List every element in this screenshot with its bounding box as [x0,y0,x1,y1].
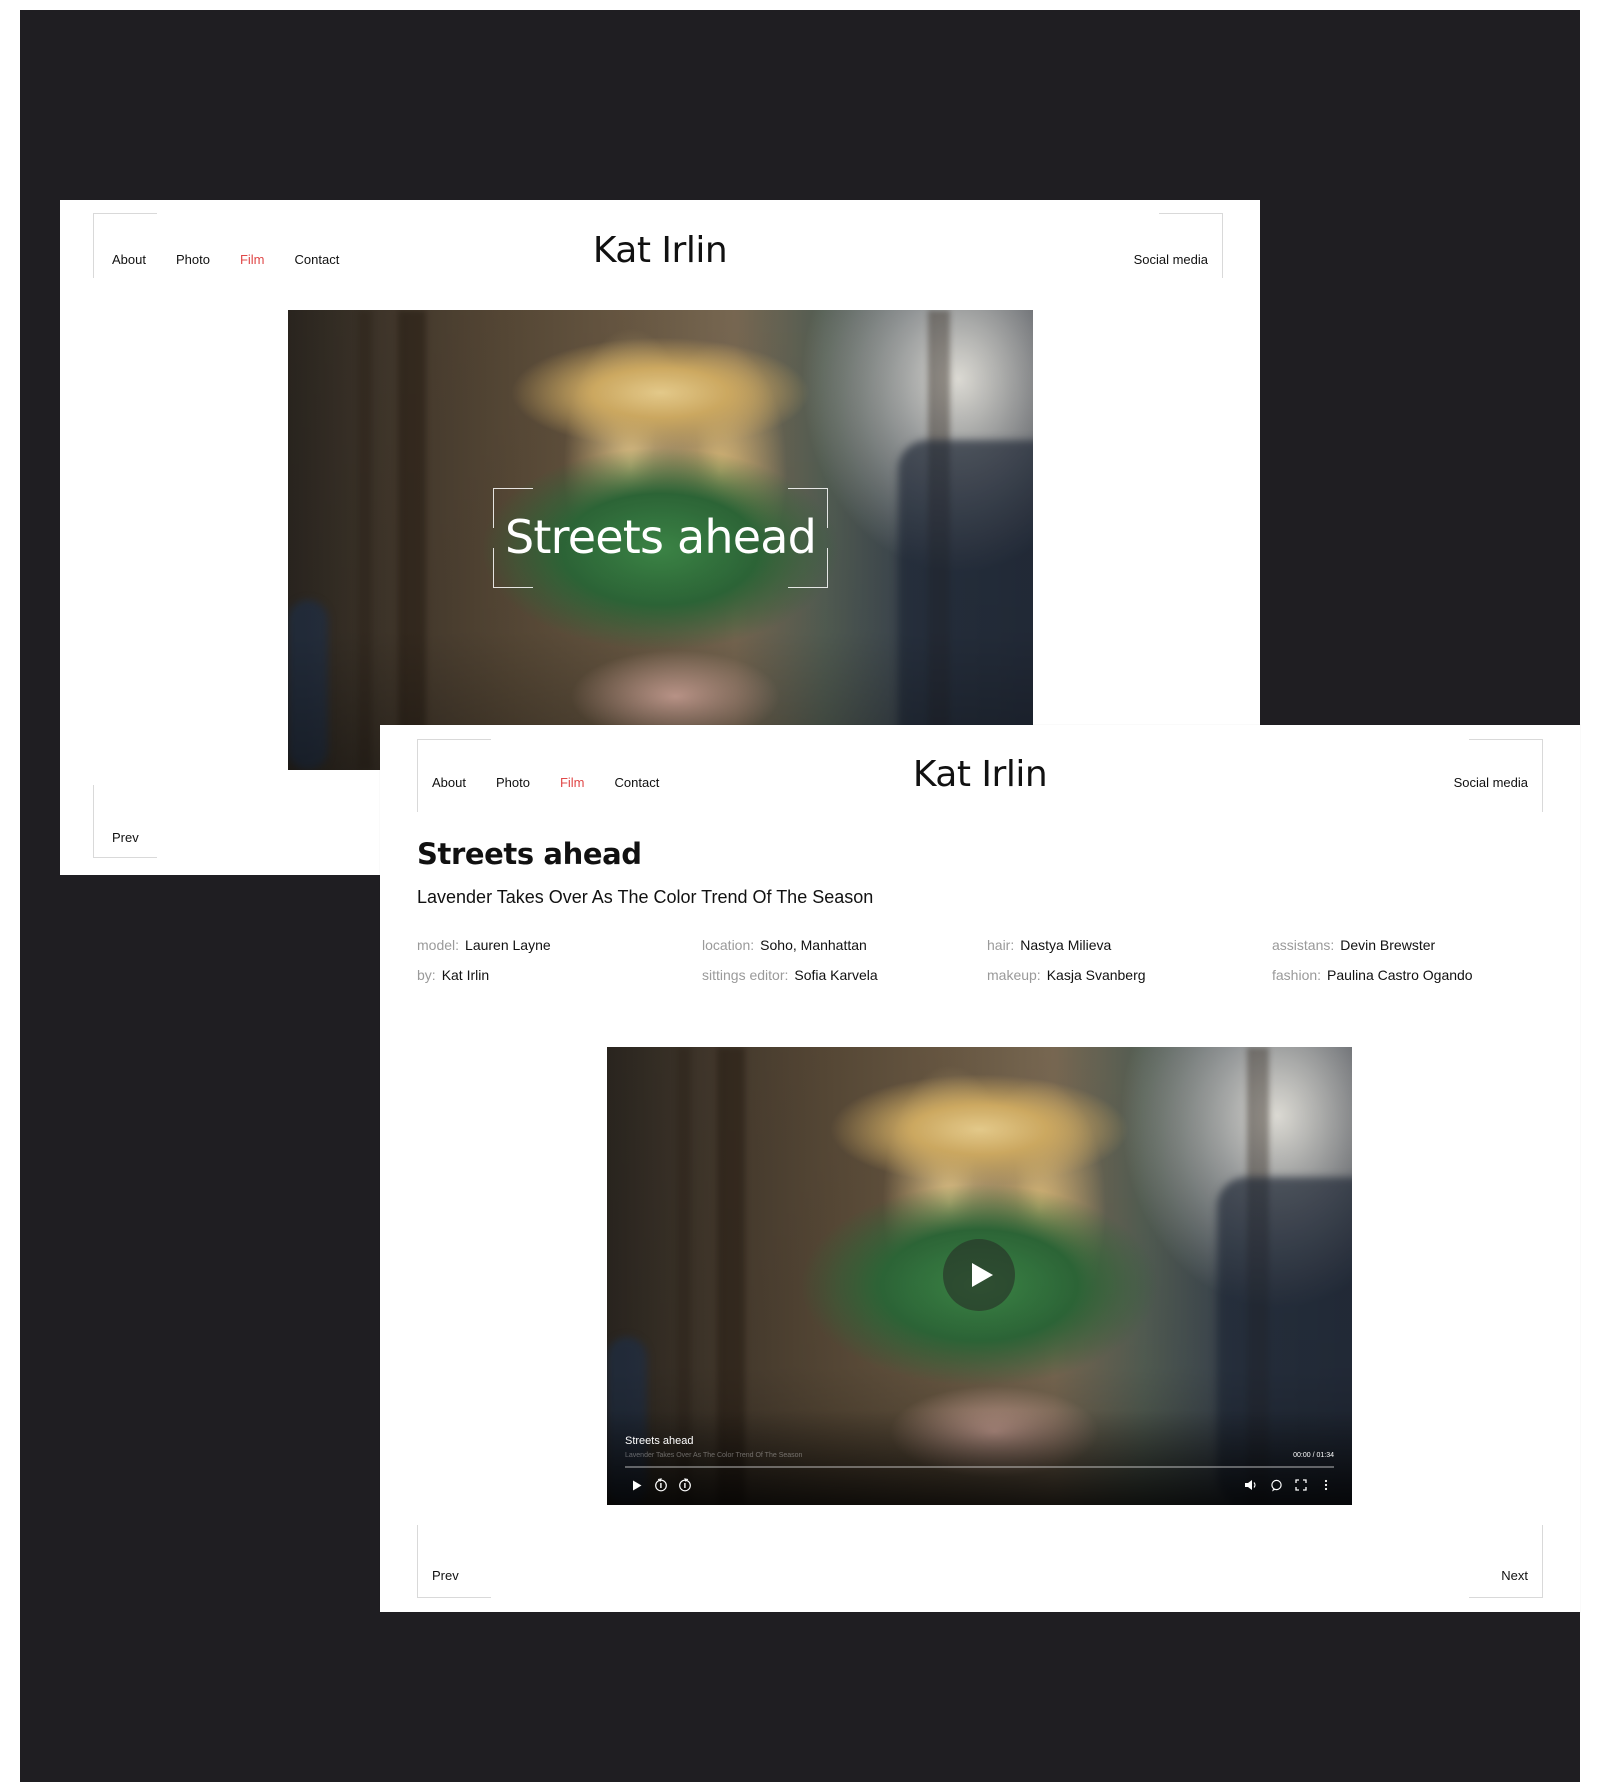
frame-line [417,1525,418,1598]
credit-item: hair: Nastya Milieva [987,937,1112,953]
frame-line [1469,1597,1543,1598]
prev-link[interactable]: Prev [112,830,139,845]
subtitles-icon [1270,1479,1282,1491]
prev-link[interactable]: Prev [432,1568,459,1583]
video-time: 00:00 / 01:34 [1293,1452,1334,1459]
video-subtitle: Lavender Takes Over As The Color Trend O… [625,1452,803,1459]
frame-line [93,857,157,858]
frame-line [1542,1525,1543,1598]
hero-title[interactable]: Streets ahead [493,510,828,564]
volume-icon [1245,1480,1256,1490]
film-detail-page: About Photo Film Contact Kat Irlin Socia… [380,725,1580,1612]
social-media-link[interactable]: Social media [1134,252,1208,267]
play-icon [633,1480,642,1490]
credit-item: model: Lauren Layne [417,937,551,953]
article-subtitle: Lavender Takes Over As The Color Trend O… [417,887,874,907]
play-icon [972,1263,993,1287]
article-title: Streets ahead [417,837,642,871]
credit-item: sittings editor: Sofia Karvela [702,967,878,983]
frame-line [93,213,157,214]
rewind-button[interactable] [653,1477,669,1493]
more-icon [1324,1479,1328,1491]
more-options-button[interactable] [1318,1477,1334,1493]
volume-button[interactable] [1243,1477,1259,1493]
credit-item: makeup: Kasja Svanberg [987,967,1146,983]
frame-line [417,1597,491,1598]
forward-button[interactable] [677,1477,693,1493]
subtitles-button[interactable] [1268,1477,1284,1493]
fullscreen-icon [1295,1479,1307,1491]
rewind-10-icon [655,1478,667,1492]
play-control[interactable] [629,1477,645,1493]
credit-item: by: Kat Irlin [417,967,490,983]
frame-line [1469,739,1543,740]
progress-bar[interactable] [625,1466,1334,1468]
video-player[interactable]: Streets ahead Lavender Takes Over As The… [607,1047,1352,1505]
social-media-link[interactable]: Social media [1454,775,1528,790]
frame-line [1159,213,1223,214]
credit-item: fashion: Paulina Castro Ogando [1272,967,1473,983]
fullscreen-button[interactable] [1293,1477,1309,1493]
dark-backdrop: About Photo Film Contact Kat Irlin Socia… [20,10,1580,1782]
credits-list: model: Lauren Layne location: Soho, Manhat… [417,937,1547,983]
forward-10-icon [679,1478,691,1492]
hero-title-frame: Streets ahead [493,488,828,588]
video-title: Streets ahead [625,1435,694,1447]
frame-line [93,785,94,858]
hero-image[interactable]: Streets ahead [288,310,1033,770]
brand-logo[interactable]: Kat Irlin [380,754,1580,795]
next-link[interactable]: Next [1501,1568,1528,1583]
play-button[interactable] [943,1239,1015,1311]
credit-item: location: Soho, Manhattan [702,937,867,953]
brand-logo[interactable]: Kat Irlin [60,230,1260,271]
credit-item: assistans: Devin Brewster [1272,937,1436,953]
frame-line [417,739,491,740]
